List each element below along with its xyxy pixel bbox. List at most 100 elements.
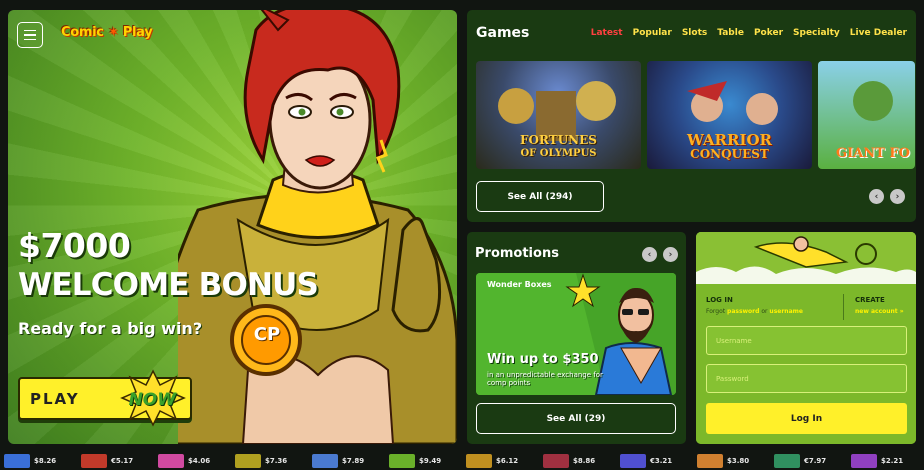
game-tile-fortunes-of-olympus[interactable]: FORTUNES OF OLYMPUS: [476, 61, 641, 169]
promotions-panel: Promotions ‹ › Wonder Boxes Win up to $3…: [467, 232, 686, 444]
promo-card-wonder-boxes[interactable]: Wonder Boxes Win up to $350 in an unpred…: [476, 273, 676, 395]
ticker-item[interactable]: $9.49: [385, 452, 462, 470]
ticker-item[interactable]: $7.36: [231, 452, 308, 470]
ticker-game-thumb: [4, 454, 30, 468]
login-form: LOG IN Forgot password or username CREAT…: [696, 284, 916, 444]
chevron-right-icon[interactable]: ›: [890, 189, 905, 204]
promo-headline: Win up to $350: [487, 352, 599, 367]
game-carousel: FORTUNES OF OLYMPUS WARRIOR CONQUEST GIA…: [476, 61, 915, 169]
create-heading: CREATE: [855, 296, 885, 304]
logo-word-play: Play: [122, 25, 153, 40]
username-input[interactable]: Username: [706, 326, 907, 355]
logo-burst-icon: ✶: [107, 25, 119, 40]
menu-button[interactable]: [17, 22, 43, 48]
ticker-item[interactable]: $8.26: [0, 452, 77, 470]
games-see-all-button[interactable]: See All (294): [476, 181, 604, 212]
heroine-illustration: [178, 10, 457, 444]
hero-subtitle: Ready for a big win?: [18, 319, 203, 338]
promotions-title: Promotions: [475, 246, 559, 261]
ticker-value: €3.21: [650, 457, 673, 465]
brand-logo[interactable]: Comic ✶ Play: [61, 25, 153, 40]
ticker-value: $7.89: [342, 457, 365, 465]
ticker-game-thumb: [620, 454, 646, 468]
game-title: FORTUNES OF OLYMPUS: [520, 133, 597, 159]
game-title: GIANT FO: [836, 146, 910, 161]
ticker-value: $3.80: [727, 457, 750, 465]
forgot-line: Forgot password or username: [706, 308, 803, 315]
chevron-right-icon[interactable]: ›: [663, 247, 678, 262]
games-carousel-arrows: ‹ ›: [869, 189, 905, 204]
tab-poker[interactable]: Poker: [754, 28, 783, 38]
games-panel: Games Latest Popular Slots Table Poker S…: [467, 10, 916, 222]
ticker-value: $7.36: [265, 457, 288, 465]
recent-wins-ticker: $8.26 €5.17 $4.06 $7.36 $7.89 $9.49 $6.12 $8.86…: [0, 452, 924, 470]
tab-specialty[interactable]: Specialty: [793, 28, 840, 38]
game-tabs: Latest Popular Slots Table Poker Special…: [591, 28, 907, 38]
promo-description: in an unpredictable exchange for comp po…: [487, 371, 603, 387]
play-now-button[interactable]: PLAY NOW: [18, 369, 192, 427]
game-title: WARRIOR CONQUEST: [686, 131, 772, 162]
page: CP Comic ✶ Play $7000 WELCOME BONUS Read…: [0, 0, 924, 470]
chevron-left-icon[interactable]: ‹: [869, 189, 884, 204]
tab-latest[interactable]: Latest: [591, 28, 623, 38]
ticker-item[interactable]: $8.86: [539, 452, 616, 470]
forgot-username-link[interactable]: username: [769, 308, 803, 315]
password-input[interactable]: Password: [706, 364, 907, 393]
ticker-value: $2.21: [881, 457, 904, 465]
ticker-item[interactable]: €7.97: [770, 452, 847, 470]
tab-live-dealer[interactable]: Live Dealer: [850, 28, 907, 38]
ticker-item[interactable]: $6.12: [462, 452, 539, 470]
ticker-item[interactable]: €3.21: [616, 452, 693, 470]
forgot-prefix: Forgot: [706, 308, 726, 315]
ticker-value: €5.17: [111, 457, 134, 465]
ticker-value: $6.12: [496, 457, 519, 465]
new-account-link[interactable]: new account »: [855, 308, 904, 315]
ticker-value: $9.49: [419, 457, 442, 465]
login-submit-button[interactable]: Log In: [706, 403, 907, 434]
ticker-game-thumb: [389, 454, 415, 468]
ticker-item[interactable]: $2.21: [847, 452, 924, 470]
hero-banner[interactable]: CP Comic ✶ Play $7000 WELCOME BONUS Read…: [8, 10, 457, 444]
menu-line: [24, 38, 36, 41]
ticker-game-thumb: [543, 454, 569, 468]
ticker-game-thumb: [312, 454, 338, 468]
tab-table[interactable]: Table: [717, 28, 744, 38]
tab-slots[interactable]: Slots: [682, 28, 707, 38]
login-heading: LOG IN: [706, 296, 733, 304]
ticker-game-thumb: [158, 454, 184, 468]
chevron-left-icon[interactable]: ‹: [642, 247, 657, 262]
ticker-game-thumb: [81, 454, 107, 468]
login-banner-illustration: [696, 232, 916, 284]
ticker-item[interactable]: $4.06: [154, 452, 231, 470]
login-divider: [843, 294, 844, 320]
coin-badge-label: CP: [253, 324, 281, 345]
game-tile-giant-fortune[interactable]: GIANT FO: [818, 61, 915, 169]
ticker-value: $8.86: [573, 457, 596, 465]
login-panel: LOG IN Forgot password or username CREAT…: [696, 232, 916, 444]
ticker-game-thumb: [851, 454, 877, 468]
games-title: Games: [476, 25, 530, 41]
menu-line: [24, 34, 36, 36]
forgot-password-link[interactable]: password: [727, 308, 759, 315]
ticker-item[interactable]: $7.89: [308, 452, 385, 470]
ticker-value: $8.26: [34, 457, 57, 465]
ticker-value: $4.06: [188, 457, 211, 465]
forgot-or: or: [761, 308, 768, 315]
play-label: PLAY: [30, 390, 80, 408]
ticker-game-thumb: [697, 454, 723, 468]
tab-popular[interactable]: Popular: [633, 28, 672, 38]
logo-word-comic: Comic: [61, 25, 104, 40]
ticker-value: €7.97: [804, 457, 827, 465]
hero-bonus-title: WELCOME BONUS: [18, 267, 319, 303]
game-tile-warrior-conquest[interactable]: WARRIOR CONQUEST: [647, 61, 812, 169]
ticker-game-thumb: [774, 454, 800, 468]
promotions-see-all-button[interactable]: See All (29): [476, 403, 676, 434]
menu-line: [24, 29, 36, 32]
hero-amount: $7000: [18, 226, 131, 265]
promotions-carousel-arrows: ‹ ›: [642, 247, 678, 262]
ticker-game-thumb: [235, 454, 261, 468]
ticker-game-thumb: [466, 454, 492, 468]
ticker-item[interactable]: €5.17: [77, 452, 154, 470]
ticker-item[interactable]: $3.80: [693, 452, 770, 470]
now-label: NOW: [128, 390, 176, 410]
